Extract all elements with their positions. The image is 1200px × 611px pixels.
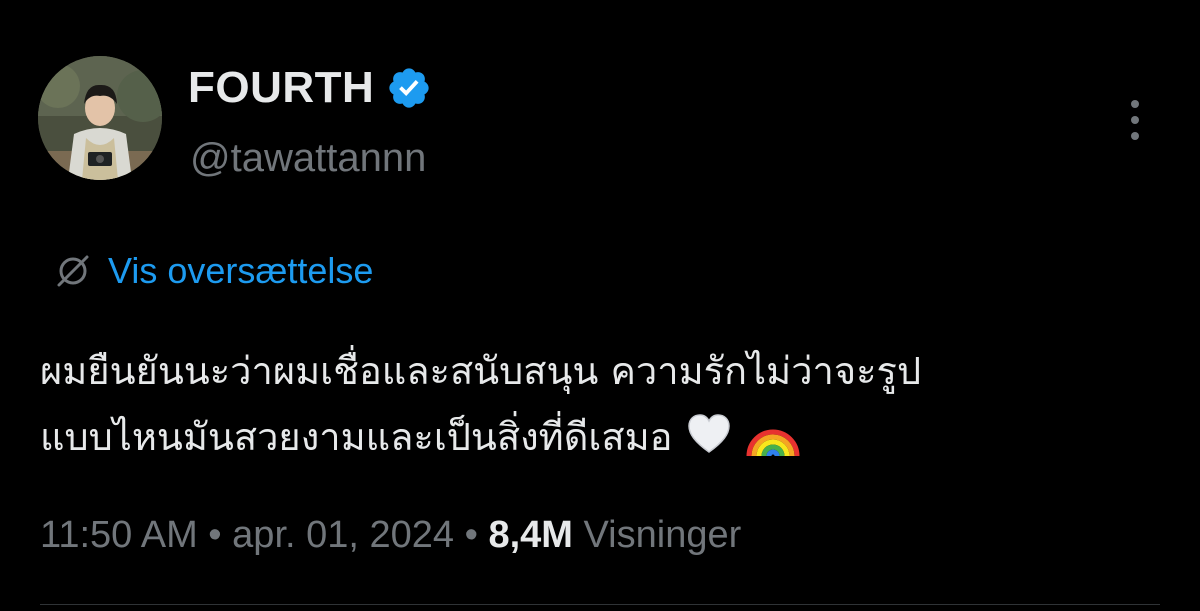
tweet-text-line: แบบไหนมันสวยงามและเป็นสิ่งที่ดีเสมอ — [40, 415, 673, 459]
tweet-time[interactable]: 11:50 AM — [40, 514, 198, 556]
display-name[interactable]: FOURTH — [188, 62, 374, 114]
avatar-photo — [38, 56, 162, 180]
avatar[interactable] — [38, 56, 162, 180]
show-translation-label[interactable]: Vis oversættelse — [108, 249, 373, 293]
author-handle[interactable]: @tawattannn — [190, 134, 426, 182]
show-translation-link[interactable]: Vis oversættelse — [54, 249, 373, 293]
views-label: Visninger — [583, 514, 742, 556]
rainbow-icon — [746, 429, 800, 457]
more-vertical-icon[interactable] — [1120, 98, 1150, 142]
white-heart-icon — [687, 414, 730, 453]
meta-separator: • — [464, 514, 478, 556]
tweet-text: ผมยืนยันนะว่าผมเชื่อและสนับสนุน ความรักไ… — [40, 338, 1160, 470]
author-name-row[interactable]: FOURTH — [188, 62, 432, 114]
views-count[interactable]: 8,4M — [488, 514, 572, 556]
tweet-meta: 11:50 AM • apr. 01, 2024 • 8,4M Visninge… — [40, 510, 741, 560]
meta-separator: • — [208, 514, 222, 556]
globe-slash-icon — [57, 255, 89, 287]
divider — [40, 604, 1160, 605]
tweet-date[interactable]: apr. 01, 2024 — [232, 514, 454, 556]
tweet-text-line: ผมยืนยันนะว่าผมเชื่อและสนับสนุน ความรักไ… — [40, 349, 922, 393]
tweet-text-line-2: แบบไหนมันสวยงามและเป็นสิ่งที่ดีเสมอ — [40, 404, 1160, 470]
verified-badge-icon — [389, 68, 429, 108]
